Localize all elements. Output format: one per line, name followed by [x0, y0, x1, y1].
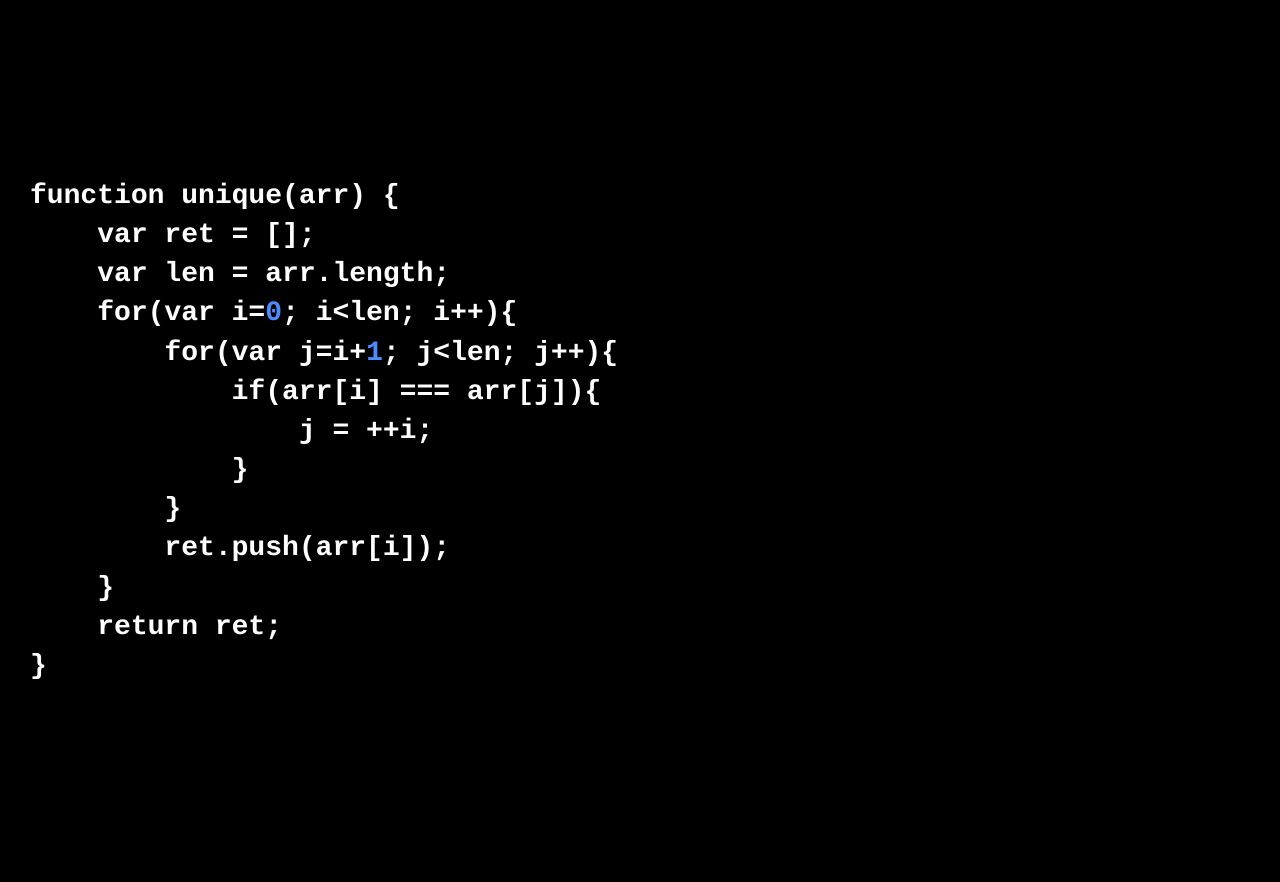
code-line-4-part2: ; i<len; i++){: [282, 298, 517, 329]
code-line-13: }: [30, 651, 47, 682]
code-line-2: var ret = [];: [30, 220, 316, 251]
code-line-1: function unique(arr) {: [30, 181, 400, 212]
code-line-9: }: [30, 494, 181, 525]
code-highlight-zero: 0: [265, 298, 282, 329]
code-line-12: return ret;: [30, 612, 282, 643]
code-highlight-one: 1: [366, 338, 383, 369]
code-line-10: ret.push(arr[i]);: [30, 533, 450, 564]
code-line-11: }: [30, 573, 114, 604]
code-line-4-part1: for(var i=: [30, 298, 265, 329]
code-line-5-part2: ; j<len; j++){: [383, 338, 618, 369]
code-line-3: var len = arr.length;: [30, 259, 450, 290]
code-block: function unique(arr) { var ret = []; var…: [30, 177, 1250, 686]
code-line-5-part1: for(var j=i+: [30, 338, 366, 369]
code-line-8: }: [30, 455, 248, 486]
code-line-7: j = ++i;: [30, 416, 433, 447]
code-line-6: if(arr[i] === arr[j]){: [30, 377, 601, 408]
